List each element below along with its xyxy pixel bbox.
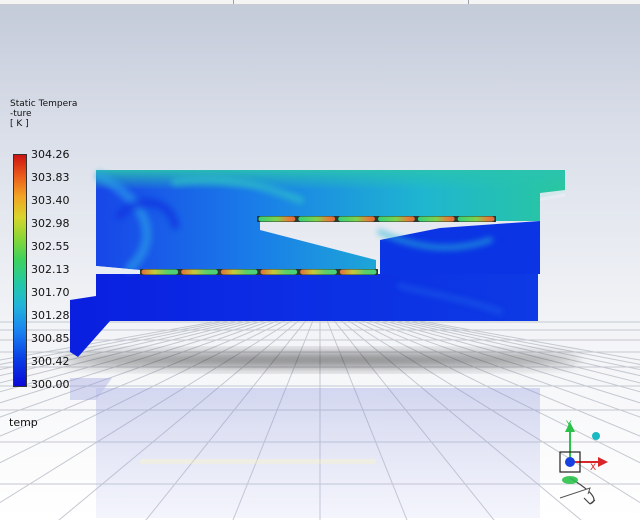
legend-tick-label: 301.28 <box>31 309 70 322</box>
variable-label: temp <box>9 416 38 429</box>
heated-pipe <box>457 216 495 222</box>
heated-pipe <box>141 269 179 275</box>
lower-chamber <box>70 274 538 357</box>
model-reflection <box>70 378 540 518</box>
color-scale-bar <box>13 154 27 387</box>
heated-pipe <box>300 269 337 275</box>
cfd-scene[interactable]: Y X <box>0 0 640 520</box>
heated-pipe <box>258 216 296 222</box>
heated-pipe <box>378 216 415 222</box>
heated-pipe <box>220 269 258 275</box>
legend-title-line: [ K ] <box>10 119 29 129</box>
heated-pipe <box>339 269 377 275</box>
heated-pipe <box>338 216 375 222</box>
graphics-viewport[interactable]: Y X Static Tempera -ture [ K ] 304.26 303… <box>0 0 640 520</box>
legend-title-line: Static Tempera <box>10 99 78 109</box>
legend-tick-label: 302.55 <box>31 240 70 253</box>
axis-x-label: X <box>590 463 596 473</box>
isometric-view-dot[interactable] <box>592 432 600 440</box>
axis-y-label: Y <box>565 420 572 430</box>
legend-tick-label: 301.70 <box>31 286 70 299</box>
lower-pipe-row <box>140 269 378 275</box>
upper-pipe-row <box>257 216 496 222</box>
legend-tick-label: 302.98 <box>31 217 70 230</box>
axis-triad[interactable]: Y X <box>559 420 608 505</box>
legend-tick-label: 303.83 <box>31 171 70 184</box>
cfd-domain[interactable] <box>70 170 565 357</box>
legend-tick-label: 303.40 <box>31 194 70 207</box>
legend-tick-label: 300.00 <box>31 378 70 391</box>
view-arrow-icon[interactable] <box>559 487 591 499</box>
heated-pipe <box>181 269 218 275</box>
legend-tick-label: 300.42 <box>31 355 70 368</box>
legend-tick-label: 302.13 <box>31 263 70 276</box>
model-shadow <box>60 353 580 367</box>
legend-tick-label: 304.26 <box>31 148 70 161</box>
heated-pipe <box>260 269 298 275</box>
heated-pipe <box>417 216 455 222</box>
legend-tick-label: 300.85 <box>31 332 70 345</box>
legend-title-line: -ture <box>10 109 32 119</box>
heated-pipe <box>298 216 336 222</box>
